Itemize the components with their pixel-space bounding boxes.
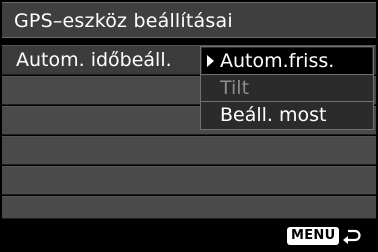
option-divider — [200, 101, 374, 102]
page-title: GPS–eszköz beállításai — [14, 10, 233, 32]
menu-row-label: Autom. időbeáll. — [16, 49, 172, 71]
menu-row-empty — [2, 136, 376, 165]
title-bar: GPS–eszköz beállításai — [2, 2, 376, 38]
option-auto-update[interactable]: Autom.friss. — [202, 48, 372, 74]
option-disable[interactable]: Tilt — [202, 75, 372, 101]
option-label: Tilt — [220, 77, 250, 99]
option-divider — [200, 74, 374, 75]
menu-row-empty — [2, 166, 376, 195]
menu-row-empty — [2, 196, 376, 219]
return-arrow-icon[interactable] — [340, 225, 362, 247]
option-label: Beáll. most — [220, 104, 327, 126]
footer-bar: MENU — [2, 220, 376, 250]
option-dropdown: Autom.friss. Tilt Beáll. most — [200, 46, 374, 130]
option-set-now[interactable]: Beáll. most — [202, 102, 372, 128]
camera-menu-screen: GPS–eszköz beállításai Autom. időbeáll. … — [0, 0, 378, 252]
menu-button[interactable]: MENU — [287, 227, 340, 245]
option-label: Autom.friss. — [220, 50, 335, 72]
selection-cursor-icon — [207, 55, 214, 67]
